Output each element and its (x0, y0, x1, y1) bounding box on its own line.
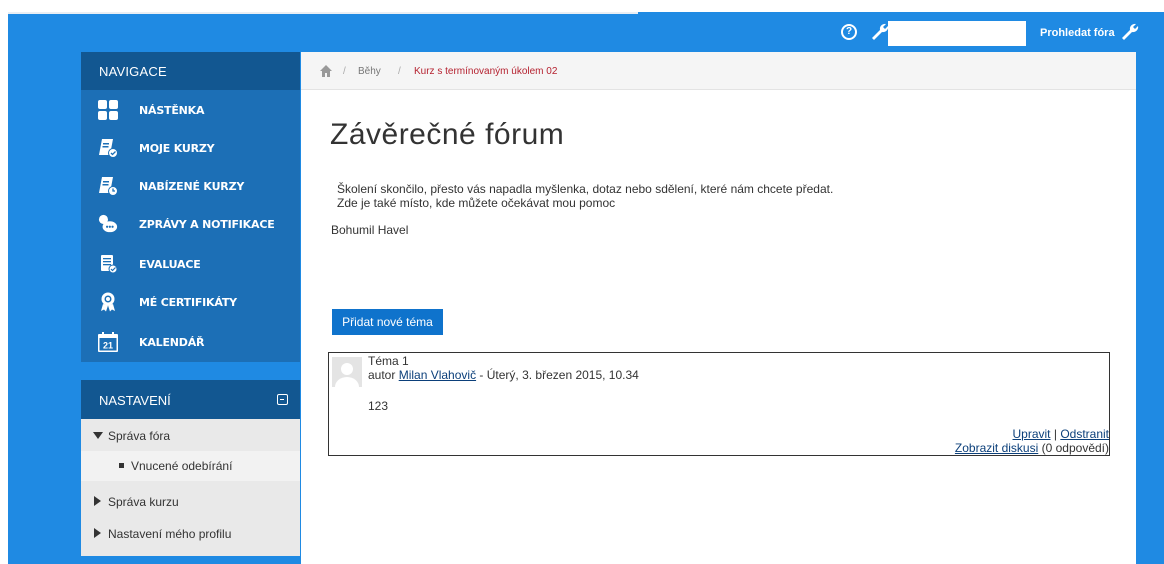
nav-item-label: KALENDÁŘ (139, 336, 205, 349)
nav-item-evaluation[interactable]: EVALUACE (81, 250, 300, 280)
intro-line: Školení skončilo, přesto vás napadla myš… (337, 182, 834, 196)
settings-item-label: Správa fóra (108, 429, 171, 443)
nav-item-offered-courses[interactable]: NABÍZENÉ KURZY (81, 172, 300, 202)
breadcrumb-runs[interactable]: Běhy (358, 66, 381, 77)
nav-item-my-courses[interactable]: MOJE KURZY (81, 134, 300, 164)
nav-item-label: NÁSTĚNKA (139, 104, 205, 117)
top-strip (0, 0, 1164, 12)
user-icon (332, 357, 362, 387)
main-content: / Běhy / Kurz s termínovaným úkolem 02 Z… (301, 52, 1136, 564)
author-prefix: autor (368, 368, 396, 382)
my-courses-icon (99, 139, 118, 158)
certificate-icon (101, 292, 115, 312)
edit-link[interactable]: Upravit (1013, 427, 1051, 441)
calendar-day: 21 (103, 341, 113, 351)
wrench-icon[interactable] (870, 22, 890, 42)
settings-item-forum-admin[interactable]: Správa fóra (81, 421, 300, 451)
delete-link[interactable]: Odstranit (1060, 427, 1109, 441)
nav-item-certificates[interactable]: MÉ CERTIFIKÁTY (81, 288, 300, 318)
collapsed-arrow-icon (94, 528, 101, 538)
post-meta: autor Milan Vlahovič - Úterý, 3. březen … (368, 368, 639, 382)
breadcrumb: / Běhy / Kurz s termínovaným úkolem 02 (301, 52, 1136, 90)
breadcrumb-course[interactable]: Kurz s termínovaným úkolem 02 (414, 66, 557, 77)
settings-heading: NASTAVENÍ (81, 380, 300, 419)
navigation-block: NAVIGACE NÁSTĚNKA MOJE KURZY NABÍZENÉ KU… (81, 52, 300, 362)
nav-item-calendar[interactable]: 21 KALENDÁŘ (81, 328, 300, 358)
intro-line: Zde je také místo, kde můžete očekávat m… (337, 196, 616, 210)
messages-icon (98, 214, 118, 233)
expanded-arrow-icon (93, 432, 103, 439)
post-actions: Upravit | Odstranit (1013, 427, 1110, 441)
collapsed-arrow-icon (94, 496, 101, 506)
post-author-link[interactable]: Milan Vlahovič (399, 368, 476, 382)
settings-item-forced-subscription[interactable]: Vnucené odebírání (81, 451, 300, 481)
calendar-icon: 21 (98, 332, 118, 352)
nav-item-label: ZPRÁVY A NOTIFIKACE (139, 218, 275, 231)
help-icon[interactable]: ? (841, 24, 857, 40)
bullet-icon (119, 463, 124, 468)
wrench-icon[interactable] (1120, 22, 1140, 42)
breadcrumb-separator: / (398, 66, 401, 77)
navigation-heading: NAVIGACE (81, 52, 300, 90)
search-forums-button[interactable]: Prohledat fóra (1040, 27, 1115, 39)
settings-item-label: Správa kurzu (108, 495, 179, 509)
collapse-icon[interactable] (277, 394, 288, 405)
post-subject: Téma 1 (368, 354, 409, 368)
settings-item-course-admin[interactable]: Správa kurzu (81, 487, 300, 517)
nav-item-dashboard[interactable]: NÁSTĚNKA (81, 96, 300, 126)
avatar (332, 357, 362, 387)
post-date: - Úterý, 3. březen 2015, 10.34 (476, 368, 639, 382)
evaluation-icon (101, 255, 118, 274)
forum-intro: Školení skončilo, přesto vás napadla myš… (337, 182, 833, 210)
post-body: 123 (368, 399, 389, 413)
nav-item-label: NABÍZENÉ KURZY (139, 180, 245, 193)
forum-post: Téma 1 autor Milan Vlahovič - Úterý, 3. … (328, 352, 1110, 456)
action-divider: | (1050, 427, 1061, 441)
home-icon[interactable] (320, 65, 332, 77)
show-discussion-link[interactable]: Zobrazit diskusi (955, 441, 1038, 455)
settings-heading-label: NASTAVENÍ (99, 393, 171, 408)
reply-count: (0 odpovědí) (1038, 441, 1109, 455)
breadcrumb-separator: / (343, 66, 346, 77)
nav-item-label: MOJE KURZY (139, 142, 215, 155)
dashboard-icon (98, 100, 118, 120)
page-title: Závěrečné fórum (330, 118, 565, 151)
nav-item-label: MÉ CERTIFIKÁTY (139, 296, 237, 309)
settings-block: NASTAVENÍ Správa fóra Vnucené odebírání … (81, 380, 300, 556)
top-bar: ? Prohledat fóra (8, 14, 1164, 52)
nav-item-label: EVALUACE (139, 258, 201, 271)
settings-item-label: Vnucené odebírání (131, 459, 233, 473)
add-topic-button[interactable]: Přidat nové téma (332, 309, 443, 335)
post-discussion: Zobrazit diskusi (0 odpovědí) (955, 441, 1109, 455)
search-input[interactable] (888, 21, 1026, 46)
settings-item-my-profile[interactable]: Nastavení mého profilu (81, 519, 300, 549)
intro-signature: Bohumil Havel (331, 223, 409, 237)
nav-item-messages[interactable]: ZPRÁVY A NOTIFIKACE (81, 210, 300, 240)
settings-item-label: Nastavení mého profilu (108, 527, 232, 541)
offered-courses-icon (99, 177, 118, 196)
